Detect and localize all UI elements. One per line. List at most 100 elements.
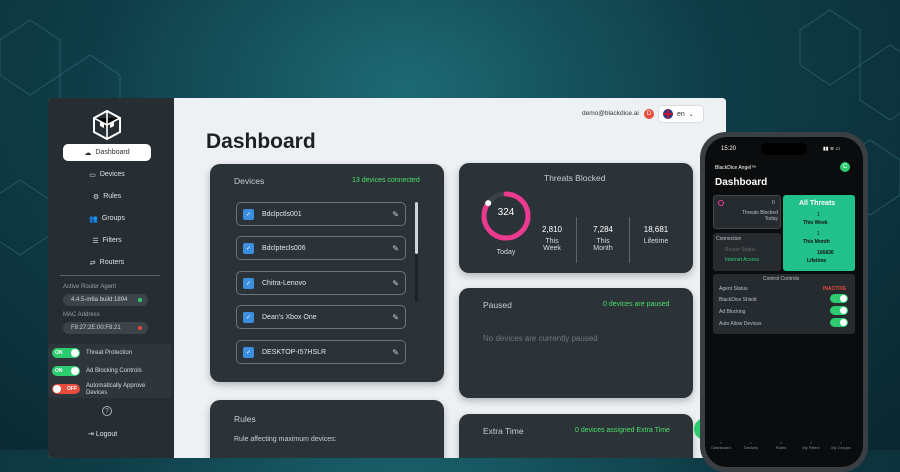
rules-title: Rules [234,414,256,424]
status-dot-red [138,326,142,330]
sidebar: ☁ Dashboard ▭ Devices ⚙ Rules 👥 Groups ☰… [48,98,174,458]
stat-this-week: 2,810 This Week [537,225,567,252]
sidebar-item-dashboard[interactable]: ☁ Dashboard [63,144,151,161]
phone-all-threats[interactable]: All Threats 1 This Week 1 This Month 106… [783,195,855,271]
paused-title: Paused [483,300,512,310]
sidebar-item-rules[interactable]: ⚙ Rules [63,188,151,205]
device-row[interactable]: ✓ Bdclpctls001 ✎ [236,202,406,226]
threat-protection-toggle[interactable]: ON [52,348,80,358]
phone-tab-rules[interactable]: ○ Rules [767,440,795,450]
stat-label: Lifetime [643,238,669,245]
edit-icon[interactable]: ✎ [392,210,399,219]
sidebar-item-routers[interactable]: ⇄ Routers [63,254,151,271]
ad-blocking-toggle[interactable] [830,306,848,315]
phone-tab-groups[interactable]: ○ My Groups [827,440,855,450]
blackdice-logo [93,110,121,140]
sidebar-item-label: Groups [101,215,125,222]
sidebar-item-label: Devices [99,171,125,178]
shield-icon: ✓ [243,277,254,289]
tab-label: My Groups [831,445,851,450]
phone-controls: Control Controls Agent Status INACTIVE B… [713,274,855,334]
toggle-state: ON [55,350,63,356]
device-name: Chitra-Lenovo [262,279,306,287]
threat-protection-label: Threat Protection [86,350,133,356]
cloud-icon: ☁ [84,149,92,157]
sidebar-item-label: Rules [103,193,122,200]
auto-allow-toggle[interactable] [830,318,848,327]
control-row-label: Ad Blocking [719,309,746,315]
ad-blocking-toggle[interactable]: ON [52,366,80,376]
threats-today-label: Threats Blocked Today [741,210,778,222]
phone-tab-dashboard[interactable]: ○ Dashboard [707,440,735,450]
phone-threats-today[interactable]: 0 Threats Blocked Today [713,195,781,229]
stat-value: 7,284 [592,225,614,234]
device-row[interactable]: ✓ Chitra-Lenovo ✎ [236,271,406,295]
device-row[interactable]: ✓ Dean's Xbox One ✎ [236,305,406,329]
lifetime-count: 106836 [817,250,834,256]
mac-label: MAC Address [63,312,100,318]
shield-icon: ✓ [243,208,254,220]
device-row[interactable]: ✓ Bdclptecls006 ✎ [236,236,406,260]
phone-brand: BlackDice Angel™ [715,165,757,171]
phone-tab-devices[interactable]: ○ Devices [737,440,765,450]
ring-icon [718,200,724,206]
router-icon: ⇄ [89,259,96,267]
all-threats-title: All Threats [799,200,836,207]
paused-card: Paused 0 devices are paused No devices a… [459,288,693,398]
help-icon[interactable]: ? [102,406,112,416]
stat-separator [629,217,630,263]
device-row[interactable]: ✓ DESKTOP-I57HSLR ✎ [236,340,406,364]
users-icon: 👥 [89,215,98,223]
edit-icon[interactable]: ✎ [392,279,399,288]
tab-label: My Filters [802,445,820,450]
user-avatar[interactable]: D [644,109,654,119]
shield-icon: ✓ [243,346,254,358]
phone-avatar[interactable]: C [840,162,850,172]
shield-toggle[interactable] [830,294,848,303]
language-select[interactable]: en ⌄ [658,105,704,123]
edit-icon[interactable]: ✎ [392,244,399,253]
edit-icon[interactable]: ✎ [392,313,399,322]
sidebar-item-label: Filters [102,237,122,244]
sidebar-item-groups[interactable]: 👥 Groups [63,210,151,227]
tab-label: Rules [775,445,787,450]
mac-address: F8:27:2E:00:F8:21 [71,325,121,331]
phone-tab-filters[interactable]: ○ My Filters [797,440,825,450]
rules-card: Rules Rule affecting maximum devices: [210,400,444,458]
devices-scrollbar[interactable] [415,202,418,302]
threats-card: Threats Blocked 324 Today 2,810 This Wee… [459,163,693,273]
edit-icon[interactable]: ✎ [392,348,399,357]
agent-status-value: INACTIVE [823,286,847,292]
week-count: 1 [817,212,820,218]
phone-time: 15:20 [721,146,737,152]
page-title: Dashboard [206,130,316,153]
language-value: en [677,110,685,118]
logout-button[interactable]: ⇥ Logout [88,430,117,438]
device-name: Bdclptecls006 [262,244,306,252]
internet-access: Internet Access [725,257,760,263]
phone-status-icons: ▮▮ ≋ ▭ [823,146,841,152]
router-status: Router Status [725,247,756,253]
tab-label: Dashboard [711,445,731,450]
control-row-label: Auto Allow Devices [719,321,762,327]
device-name: Dean's Xbox One [262,313,317,321]
device-name: Bdclpctls001 [262,210,302,218]
toggle-state: OFF [67,386,77,392]
extra-time-card: Extra Time 0 devices assigned Extra Time [459,414,693,458]
agent-version: 4.4.5-m6a build:1894 [71,297,128,303]
agent-version-pill: 4.4.5-m6a build:1894 [63,294,148,306]
agent-status-label: Agent Status [719,286,748,292]
auto-approve-toggle[interactable]: OFF [52,384,80,394]
sidebar-item-devices[interactable]: ▭ Devices [63,166,151,183]
toggle-knob [53,385,61,393]
month-label: This Month [803,239,830,245]
status-dot-green [138,298,142,302]
quick-toggles: ON Threat Protection ON Ad Blocking Cont… [48,344,172,398]
sidebar-divider [60,275,160,276]
sidebar-item-label: Dashboard [95,149,130,156]
ad-blocking-label: Ad Blocking Controls [86,368,142,374]
sidebar-item-label: Routers [99,259,125,266]
sidebar-item-filters[interactable]: ☰ Filters [63,232,151,249]
threats-today-count: 0 [772,200,775,206]
toggle-state: ON [55,368,63,374]
